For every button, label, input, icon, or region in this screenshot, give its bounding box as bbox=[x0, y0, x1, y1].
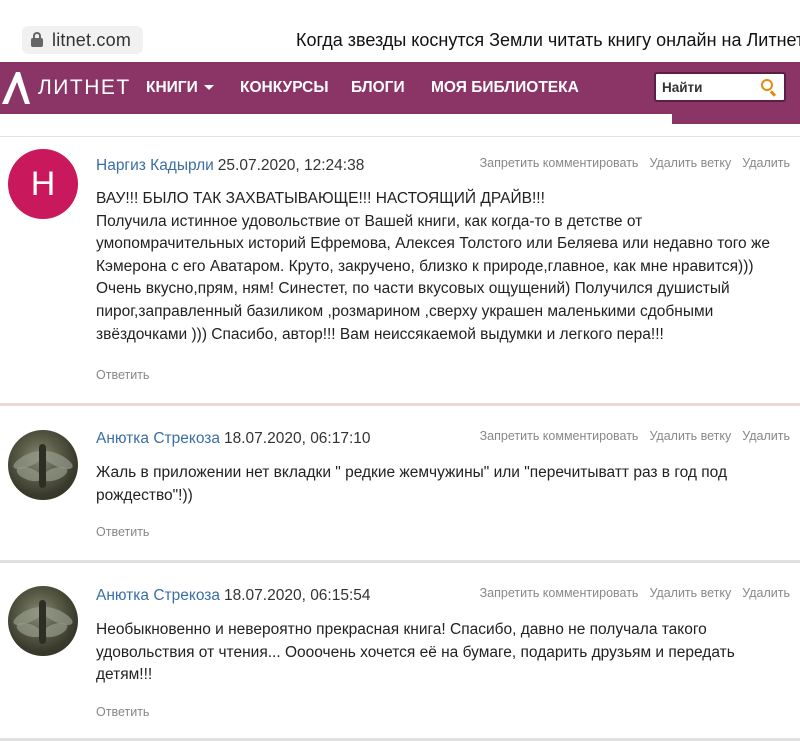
comment-actions: Запретить комментировать Удалить ветку У… bbox=[480, 429, 790, 443]
comment-header: Анютка Стрекоза 18.07.2020, 06:17:10 bbox=[96, 430, 371, 448]
reply-button[interactable]: Ответить bbox=[96, 705, 149, 719]
author-link[interactable]: Анютка Стрекоза bbox=[96, 587, 220, 604]
nav-my-library[interactable]: МОЯ БИБЛИОТЕКА bbox=[431, 79, 579, 97]
chevron-down-icon bbox=[203, 85, 214, 91]
comment-separator bbox=[0, 738, 800, 741]
delete-branch-button[interactable]: Удалить ветку bbox=[649, 429, 731, 443]
comment-actions: Запретить комментировать Удалить ветку У… bbox=[480, 156, 790, 170]
page-title: Когда звезды коснутся Земли читать книгу… bbox=[296, 30, 800, 50]
delete-button[interactable]: Удалить bbox=[742, 156, 790, 170]
comment-datetime: 18.07.2020, 06:15:54 bbox=[224, 587, 371, 604]
ban-comment-button[interactable]: Запретить комментировать bbox=[480, 156, 639, 170]
author-link[interactable]: Анютка Стрекоза bbox=[96, 430, 220, 447]
lock-icon bbox=[30, 32, 44, 48]
comment-header: Наргиз Кадырли 25.07.2020, 12:24:38 bbox=[96, 157, 364, 175]
search-box bbox=[654, 72, 786, 102]
delete-branch-button[interactable]: Удалить ветку bbox=[649, 156, 731, 170]
delete-button[interactable]: Удалить bbox=[742, 586, 790, 600]
delete-branch-button[interactable]: Удалить ветку bbox=[649, 586, 731, 600]
avatar[interactable] bbox=[8, 430, 78, 500]
logo-mark-icon bbox=[2, 72, 30, 104]
address-bar[interactable]: litnet.com bbox=[22, 26, 144, 54]
nav-accent-strip bbox=[672, 114, 800, 124]
avatar-letter: Н bbox=[30, 164, 56, 203]
reply-button[interactable]: Ответить bbox=[96, 368, 149, 382]
comment-text: Необыкновенно и невероятно прекрасная кн… bbox=[96, 621, 735, 684]
search-icon[interactable] bbox=[760, 78, 778, 97]
reply-button[interactable]: Ответить bbox=[96, 525, 149, 539]
comment-separator bbox=[0, 560, 800, 563]
nav-contests[interactable]: КОНКУРСЫ bbox=[240, 79, 329, 97]
comment-separator bbox=[0, 403, 800, 406]
ban-comment-button[interactable]: Запретить комментировать bbox=[480, 586, 639, 600]
url-text: litnet.com bbox=[52, 29, 132, 50]
logo-text: ЛИТНЕТ bbox=[38, 76, 131, 99]
comment-actions: Запретить комментировать Удалить ветку У… bbox=[480, 586, 790, 600]
avatar[interactable] bbox=[8, 586, 78, 656]
comment-datetime: 25.07.2020, 12:24:38 bbox=[217, 157, 365, 174]
comment-datetime: 18.07.2020, 06:17:10 bbox=[224, 430, 371, 447]
delete-button[interactable]: Удалить bbox=[742, 429, 790, 443]
avatar[interactable]: Н bbox=[8, 149, 78, 219]
nav-blogs[interactable]: БЛОГИ bbox=[351, 79, 405, 97]
comment-header: Анютка Стрекоза 18.07.2020, 06:15:54 bbox=[96, 587, 371, 605]
search-input[interactable] bbox=[656, 79, 756, 95]
nav-books-menu[interactable]: КНИГИ bbox=[146, 79, 214, 97]
browser-bar: litnet.com Когда звезды коснутся Земли ч… bbox=[0, 0, 800, 62]
author-link[interactable]: Наргиз Кадырли bbox=[96, 157, 214, 174]
ban-comment-button[interactable]: Запретить комментировать bbox=[480, 429, 639, 443]
site-logo[interactable]: ЛИТНЕТ bbox=[0, 62, 131, 114]
comment-text: Жаль в приложении нет вкладки " редкие ж… bbox=[96, 464, 728, 504]
comment-text: ВАУ!!! БЫЛО ТАК ЗАХВАТЫВАЮЩЕ!!! НАСТОЯЩИ… bbox=[96, 190, 770, 343]
nav-books-label: КНИГИ bbox=[146, 79, 198, 96]
divider bbox=[0, 136, 800, 137]
site-navigation: ЛИТНЕТ КНИГИ КОНКУРСЫ БЛОГИ МОЯ БИБЛИОТЕ… bbox=[0, 62, 800, 114]
